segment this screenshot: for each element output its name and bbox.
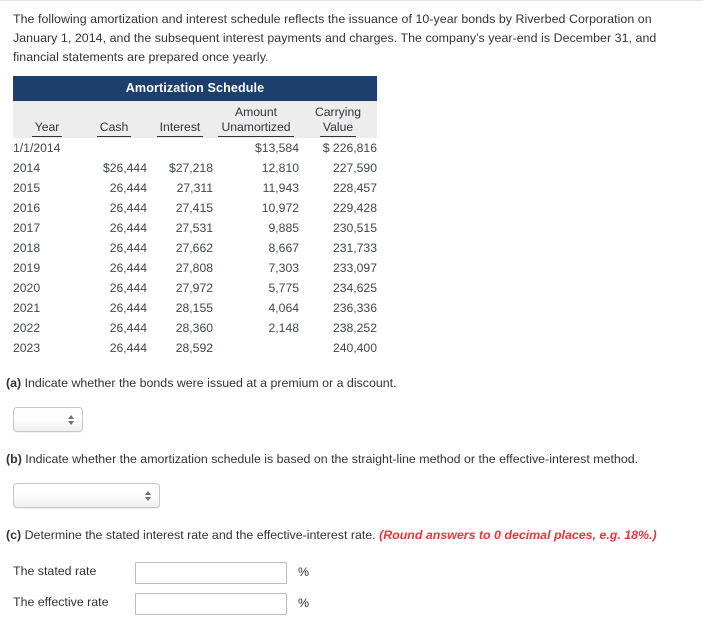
cell-cash: 26,444 bbox=[81, 178, 147, 198]
cell-unamortized bbox=[213, 338, 299, 358]
table-row: 1/1/2014 $13,584$ 226,816 bbox=[13, 138, 377, 158]
cell-cash bbox=[81, 138, 147, 158]
amortization-table: Amortization Schedule Year Cash Interest bbox=[13, 76, 377, 358]
cell-interest: 28,592 bbox=[147, 338, 213, 358]
cell-interest bbox=[147, 138, 213, 158]
table-row: 201826,44427,6628,667231,733 bbox=[13, 238, 377, 258]
question-c-text: (c) Determine the stated interest rate a… bbox=[6, 526, 657, 544]
column-header-year: Year bbox=[13, 101, 81, 138]
column-header-amount-unamortized: Amount Unamortized bbox=[213, 101, 299, 138]
cell-interest: 27,415 bbox=[147, 198, 213, 218]
cell-carrying: $ 226,816 bbox=[299, 138, 377, 158]
cell-year: 2019 bbox=[13, 258, 81, 278]
question-b-body: Indicate whether the amortization schedu… bbox=[22, 452, 638, 466]
column-header-carrying-value: Carrying Value bbox=[299, 101, 377, 138]
effective-rate-label: The effective rate bbox=[13, 595, 109, 609]
table-row: 202126,44428,1554,064236,336 bbox=[13, 298, 377, 318]
question-c-body: Determine the stated interest rate and t… bbox=[21, 528, 379, 542]
cell-cash: $26,444 bbox=[81, 158, 147, 178]
cell-carrying: 240,400 bbox=[299, 338, 377, 358]
cell-year: 1/1/2014 bbox=[13, 138, 81, 158]
chevron-updown-icon bbox=[143, 489, 152, 503]
cell-unamortized: 2,148 bbox=[213, 318, 299, 338]
stated-rate-label: The stated rate bbox=[13, 564, 96, 578]
cell-unamortized: 7,303 bbox=[213, 258, 299, 278]
cell-cash: 26,444 bbox=[81, 278, 147, 298]
cell-year: 2018 bbox=[13, 238, 81, 258]
table-row: 202026,44427,9725,775234,625 bbox=[13, 278, 377, 298]
question-c-marker: (c) bbox=[6, 528, 21, 542]
column-header-interest: Interest bbox=[147, 101, 213, 138]
cell-unamortized: $13,584 bbox=[213, 138, 299, 158]
cell-interest: 27,972 bbox=[147, 278, 213, 298]
cell-interest: 27,808 bbox=[147, 258, 213, 278]
table-header-row: Year Cash Interest Amount Unamortized bbox=[13, 101, 377, 138]
cell-unamortized: 8,667 bbox=[213, 238, 299, 258]
rounding-hint: (Round answers to 0 decimal places, e.g.… bbox=[379, 528, 657, 542]
stated-rate-unit: % bbox=[298, 565, 309, 579]
table-row: 202226,44428,3602,148238,252 bbox=[13, 318, 377, 338]
cell-unamortized: 10,972 bbox=[213, 198, 299, 218]
cell-cash: 26,444 bbox=[81, 338, 147, 358]
table-row: 202326,44428,592 240,400 bbox=[13, 338, 377, 358]
cell-cash: 26,444 bbox=[81, 198, 147, 218]
question-b-select[interactable] bbox=[13, 483, 160, 508]
cell-unamortized: 11,943 bbox=[213, 178, 299, 198]
stated-rate-input[interactable] bbox=[135, 562, 287, 584]
effective-rate-unit: % bbox=[298, 596, 309, 610]
cell-carrying: 238,252 bbox=[299, 318, 377, 338]
cell-interest: 28,360 bbox=[147, 318, 213, 338]
table-title: Amortization Schedule bbox=[13, 76, 377, 101]
cell-carrying: 231,733 bbox=[299, 238, 377, 258]
cell-cash: 26,444 bbox=[81, 238, 147, 258]
cell-year: 2020 bbox=[13, 278, 81, 298]
cell-year: 2016 bbox=[13, 198, 81, 218]
cell-unamortized: 5,775 bbox=[213, 278, 299, 298]
cell-interest: 27,531 bbox=[147, 218, 213, 238]
table-row: 201626,44427,41510,972229,428 bbox=[13, 198, 377, 218]
question-a-marker: (a) bbox=[6, 376, 21, 390]
table-row: 201526,44427,31111,943228,457 bbox=[13, 178, 377, 198]
cell-carrying: 228,457 bbox=[299, 178, 377, 198]
cell-interest: 28,155 bbox=[147, 298, 213, 318]
cell-year: 2014 bbox=[13, 158, 81, 178]
cell-year: 2022 bbox=[13, 318, 81, 338]
cell-unamortized: 4,064 bbox=[213, 298, 299, 318]
table-body: 1/1/2014$13,584$ 226,8162014$26,444$27,2… bbox=[13, 138, 377, 358]
cell-carrying: 234,625 bbox=[299, 278, 377, 298]
cell-carrying: 233,097 bbox=[299, 258, 377, 278]
cell-carrying: 236,336 bbox=[299, 298, 377, 318]
table-row: 2014$26,444$27,21812,810227,590 bbox=[13, 158, 377, 178]
cell-carrying: 229,428 bbox=[299, 198, 377, 218]
question-page: The following amortization and interest … bbox=[0, 1, 703, 635]
cell-interest: 27,311 bbox=[147, 178, 213, 198]
column-header-cash: Cash bbox=[81, 101, 147, 138]
cell-cash: 26,444 bbox=[81, 318, 147, 338]
question-b-marker: (b) bbox=[6, 452, 22, 466]
cell-carrying: 227,590 bbox=[299, 158, 377, 178]
cell-year: 2015 bbox=[13, 178, 81, 198]
cell-unamortized: 9,885 bbox=[213, 218, 299, 238]
question-a-text: (a) Indicate whether the bonds were issu… bbox=[6, 374, 397, 392]
cell-year: 2021 bbox=[13, 298, 81, 318]
cell-cash: 26,444 bbox=[81, 218, 147, 238]
cell-unamortized: 12,810 bbox=[213, 158, 299, 178]
intro-paragraph: The following amortization and interest … bbox=[13, 10, 689, 67]
question-a-body: Indicate whether the bonds were issued a… bbox=[21, 376, 396, 390]
cell-interest: 27,662 bbox=[147, 238, 213, 258]
cell-cash: 26,444 bbox=[81, 258, 147, 278]
cell-carrying: 230,515 bbox=[299, 218, 377, 238]
cell-year: 2023 bbox=[13, 338, 81, 358]
table-row: 201726,44427,5319,885230,515 bbox=[13, 218, 377, 238]
cell-year: 2017 bbox=[13, 218, 81, 238]
table-row: 201926,44427,8087,303233,097 bbox=[13, 258, 377, 278]
cell-cash: 26,444 bbox=[81, 298, 147, 318]
effective-rate-input[interactable] bbox=[135, 593, 287, 615]
cell-interest: $27,218 bbox=[147, 158, 213, 178]
chevron-updown-icon bbox=[66, 413, 75, 427]
question-a-select[interactable] bbox=[13, 407, 83, 432]
question-b-text: (b) Indicate whether the amortization sc… bbox=[6, 450, 638, 468]
